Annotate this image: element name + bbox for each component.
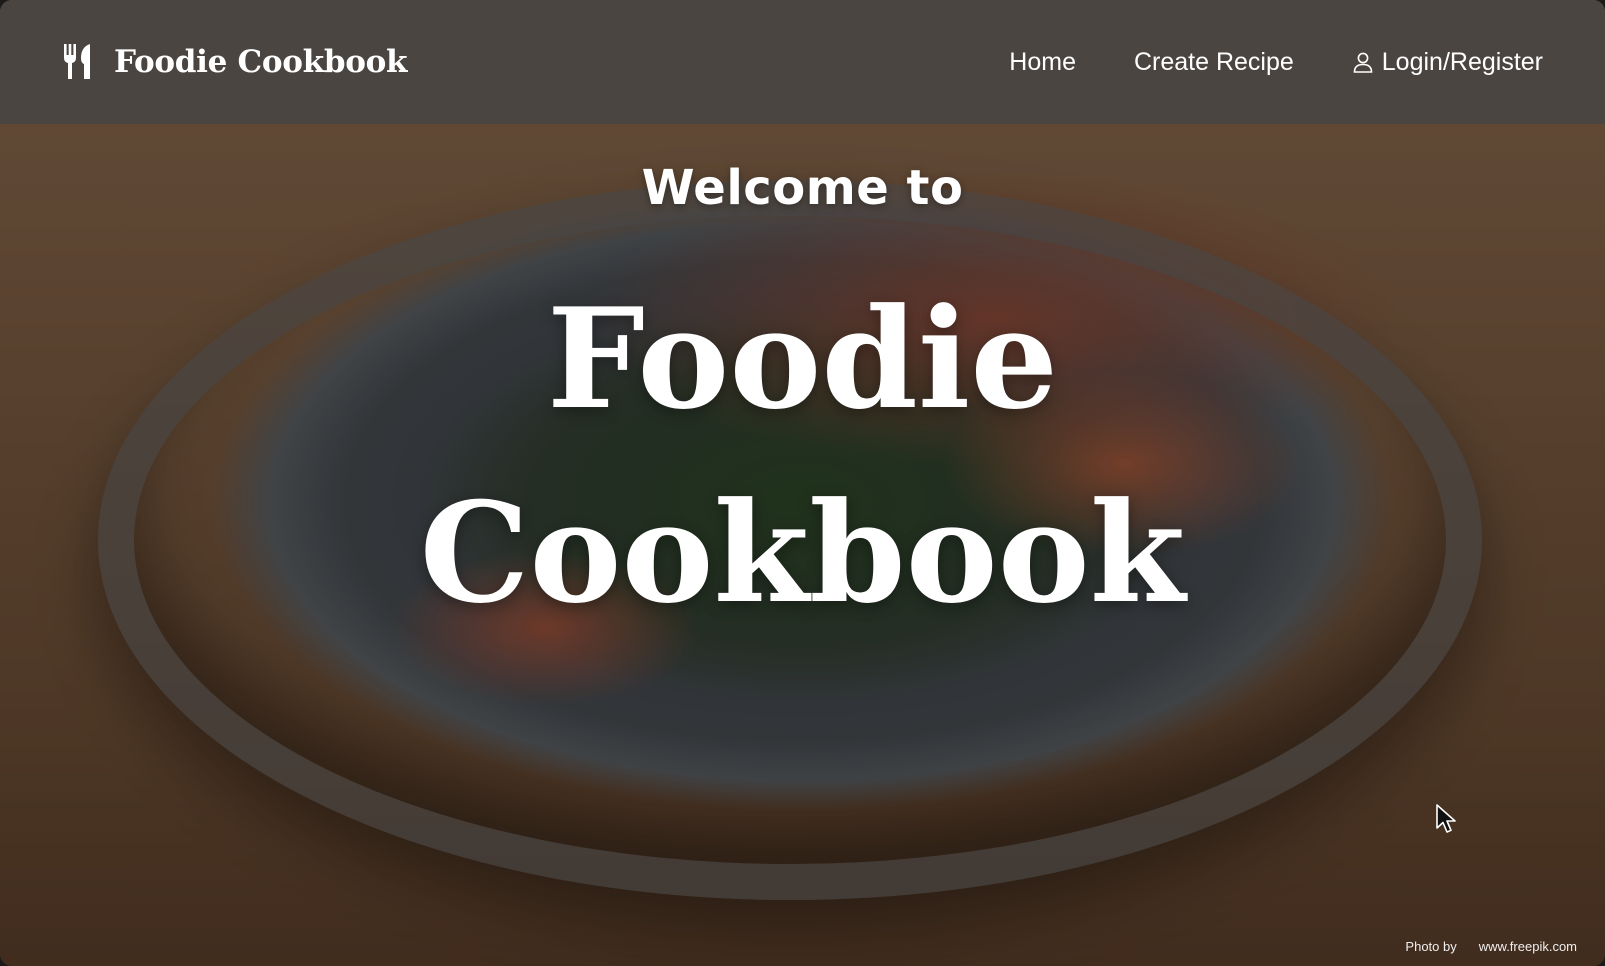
nav-create-recipe-link[interactable]: Create Recipe [1134, 48, 1294, 77]
brand-link[interactable]: Foodie Cookbook [62, 44, 407, 80]
hero-title-line-1: Foodie [546, 277, 1059, 440]
nav-home-link[interactable]: Home [1009, 48, 1076, 77]
photo-credit-link[interactable]: www.freepik.com [1479, 939, 1577, 954]
brand-name: Foodie Cookbook [114, 44, 408, 80]
photo-credit-prefix: Photo by [1405, 939, 1457, 954]
main-nav: Home Create Recipe Login/Register [1009, 48, 1543, 77]
nav-create-recipe-label: Create Recipe [1133, 47, 1294, 76]
app-window: Foodie Cookbook Home Create Recipe Login… [0, 0, 1605, 966]
nav-home-label: Home [1009, 47, 1076, 76]
photo-credit: Photo by www.freepik.com [1405, 939, 1577, 954]
user-icon [1352, 51, 1374, 73]
hero-title-line-2: Cookbook [419, 471, 1186, 634]
hero-title: Foodie Cookbook [0, 262, 1605, 650]
navbar: Foodie Cookbook Home Create Recipe Login… [0, 0, 1605, 124]
mouse-cursor-icon [1436, 804, 1458, 834]
hero-welcome-text: Welcome to [641, 160, 964, 216]
nav-login-register-link[interactable]: Login/Register [1352, 48, 1543, 77]
fork-knife-icon [62, 44, 94, 80]
nav-login-register-label: Login/Register [1381, 47, 1543, 76]
